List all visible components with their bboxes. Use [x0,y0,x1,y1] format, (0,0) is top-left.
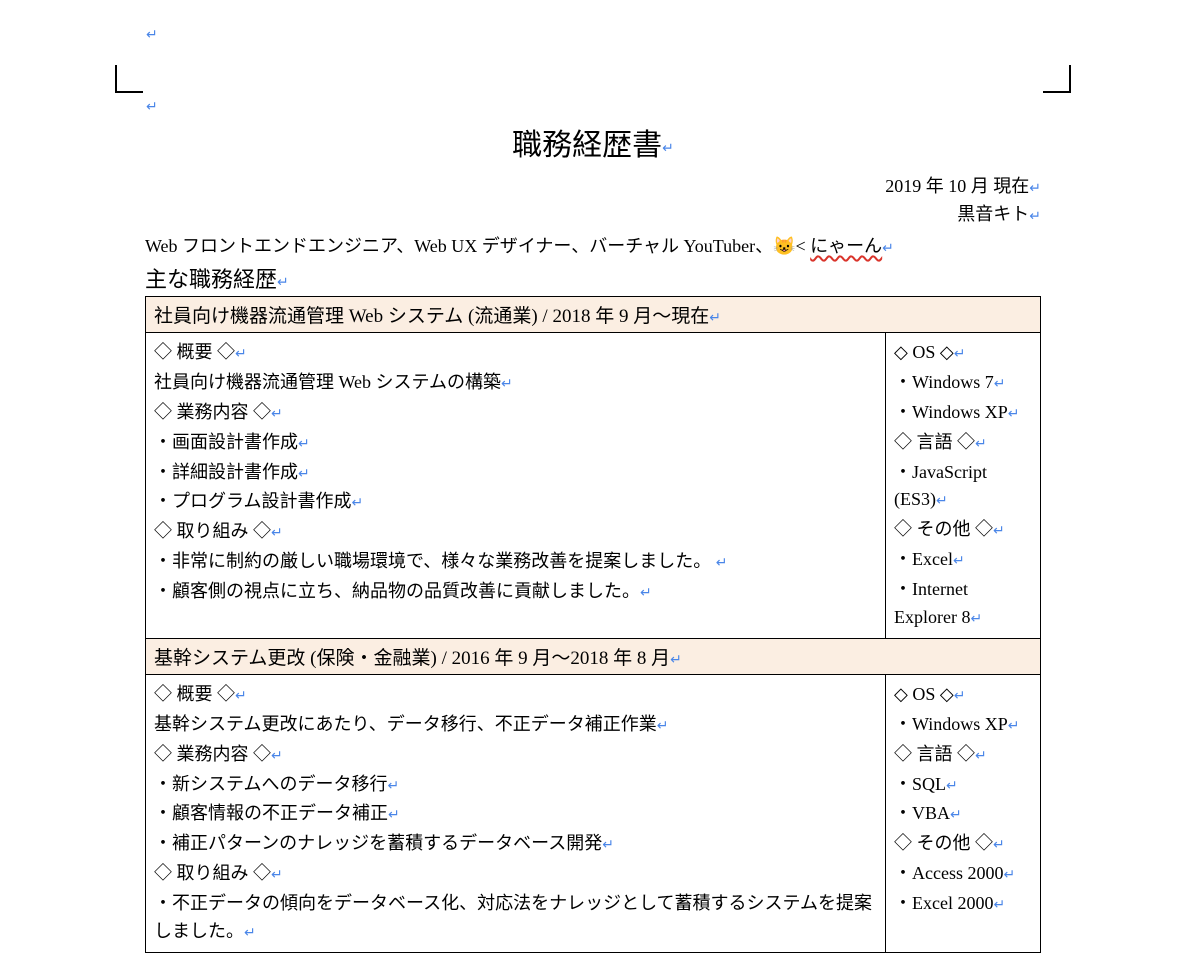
list-item: ・Windows 7↵ [894,369,1032,397]
list-item: ・Excel↵ [894,546,1032,574]
other-label: ◇ その他 ◇↵ [894,516,1032,544]
name-text: 黒音キト [957,204,1029,224]
lang-label: ◇ 言語 ◇↵ [894,429,1032,457]
cat-emoji-icon: 😺 [773,236,795,256]
pilcrow-mark: ↵ [1029,179,1041,195]
project-title: 社員向け機器流通管理 Web システム (流通業) / 2018 年 9 月〜現… [154,306,709,327]
os-label: ◇ OS ◇↵ [894,339,1032,367]
project-right-cell: ◇ OS ◇↵ ・Windows 7↵ ・Windows XP↵ ◇ 言語 ◇↵… [886,333,1041,639]
list-item: ・画面設計書作成↵ [154,429,877,457]
pilcrow-mark: ↵ [670,651,682,667]
list-item: ・VBA↵ [894,800,1032,828]
squiggle-text: にゃーん [810,236,882,256]
role-line: Web フロントエンドエンジニア、Web UX デザイナー、バーチャル YouT… [145,232,1041,258]
project-header-row: 基幹システム更改 (保険・金融業) / 2016 年 9 月〜2018 年 8 … [146,638,1041,674]
project-title-cell: 基幹システム更改 (保険・金融業) / 2016 年 9 月〜2018 年 8 … [146,638,1041,674]
overview-text: 基幹システム更改にあたり、データ移行、不正データ補正作業↵ [154,711,877,739]
list-item: ・Access 2000↵ [894,860,1032,888]
project-title: 基幹システム更改 (保険・金融業) / 2016 年 9 月〜2018 年 8 … [154,648,670,669]
project-table: 社員向け機器流通管理 Web システム (流通業) / 2018 年 9 月〜現… [145,296,1041,953]
os-label: ◇ OS ◇↵ [894,681,1032,709]
project-header-row: 社員向け機器流通管理 Web システム (流通業) / 2018 年 9 月〜現… [146,297,1041,333]
list-item: ・Windows XP↵ [894,711,1032,739]
list-item: ・プログラム設計書作成↵ [154,488,877,516]
overview-label: ◇ 概要 ◇↵ [154,681,877,709]
effort-label: ◇ 取り組み ◇↵ [154,860,877,888]
project-left-cell: ◇ 概要 ◇↵ 社員向け機器流通管理 Web システムの構築↵ ◇ 業務内容 ◇… [146,333,886,639]
list-item: ・Excel 2000↵ [894,890,1032,918]
project-title-cell: 社員向け機器流通管理 Web システム (流通業) / 2018 年 9 月〜現… [146,297,1041,333]
list-item: ・Internet Explorer 8↵ [894,576,1032,632]
effort-label: ◇ 取り組み ◇↵ [154,518,877,546]
list-item: ・非常に制約の厳しい職場環境で、様々な業務改善を提案しました。 ↵ [154,548,877,576]
list-item: ・SQL↵ [894,771,1032,799]
list-item: ・不正データの傾向をデータベース化、対応法をナレッジとして蓄積するシステムを提案… [154,890,877,946]
list-item: ・新システムへのデータ移行↵ [154,771,877,799]
work-label: ◇ 業務内容 ◇↵ [154,741,877,769]
overview-label: ◇ 概要 ◇↵ [154,339,877,367]
pilcrow-mark: ↵ [662,140,674,156]
work-label: ◇ 業務内容 ◇↵ [154,399,877,427]
project-body-row: ◇ 概要 ◇↵ 基幹システム更改にあたり、データ移行、不正データ補正作業↵ ◇ … [146,674,1041,952]
document-page: 職務経歴書↵ 2019 年 10 月 現在↵ 黒音キト↵ Web フロントエンド… [0,0,1181,953]
date-text: 2019 年 10 月 現在 [885,176,1029,196]
section-heading: 主な職務経歴↵ [145,262,1041,294]
date-line: 2019 年 10 月 現在↵ [145,172,1041,198]
pilcrow-mark: ↵ [882,239,894,255]
list-item: ・顧客情報の不正データ補正↵ [154,800,877,828]
pilcrow-mark: ↵ [277,273,289,289]
list-item: ・補正パターンのナレッジを蓄積するデータベース開発↵ [154,830,877,858]
section-heading-text: 主な職務経歴 [145,267,277,292]
project-body-row: ◇ 概要 ◇↵ 社員向け機器流通管理 Web システムの構築↵ ◇ 業務内容 ◇… [146,333,1041,639]
project-left-cell: ◇ 概要 ◇↵ 基幹システム更改にあたり、データ移行、不正データ補正作業↵ ◇ … [146,674,886,952]
list-item: ・詳細設計書作成↵ [154,459,877,487]
author-name: 黒音キト↵ [145,200,1041,226]
pilcrow-mark: ↵ [1029,207,1041,223]
title-text: 職務経歴書 [512,129,662,162]
other-label: ◇ その他 ◇↵ [894,830,1032,858]
list-item: ・顧客側の視点に立ち、納品物の品質改善に貢献しました。↵ [154,578,877,606]
project-right-cell: ◇ OS ◇↵ ・Windows XP↵ ◇ 言語 ◇↵ ・SQL↵ ・VBA↵… [886,674,1041,952]
list-item: ・JavaScript (ES3)↵ [894,459,1032,515]
overview-text: 社員向け機器流通管理 Web システムの構築↵ [154,369,877,397]
lang-label: ◇ 言語 ◇↵ [894,741,1032,769]
list-item: ・Windows XP↵ [894,399,1032,427]
page-title: 職務経歴書↵ [145,120,1041,164]
role-mid: < [796,236,811,256]
pilcrow-mark: ↵ [709,309,721,325]
role-prefix: Web フロントエンドエンジニア、Web UX デザイナー、バーチャル YouT… [145,236,773,256]
